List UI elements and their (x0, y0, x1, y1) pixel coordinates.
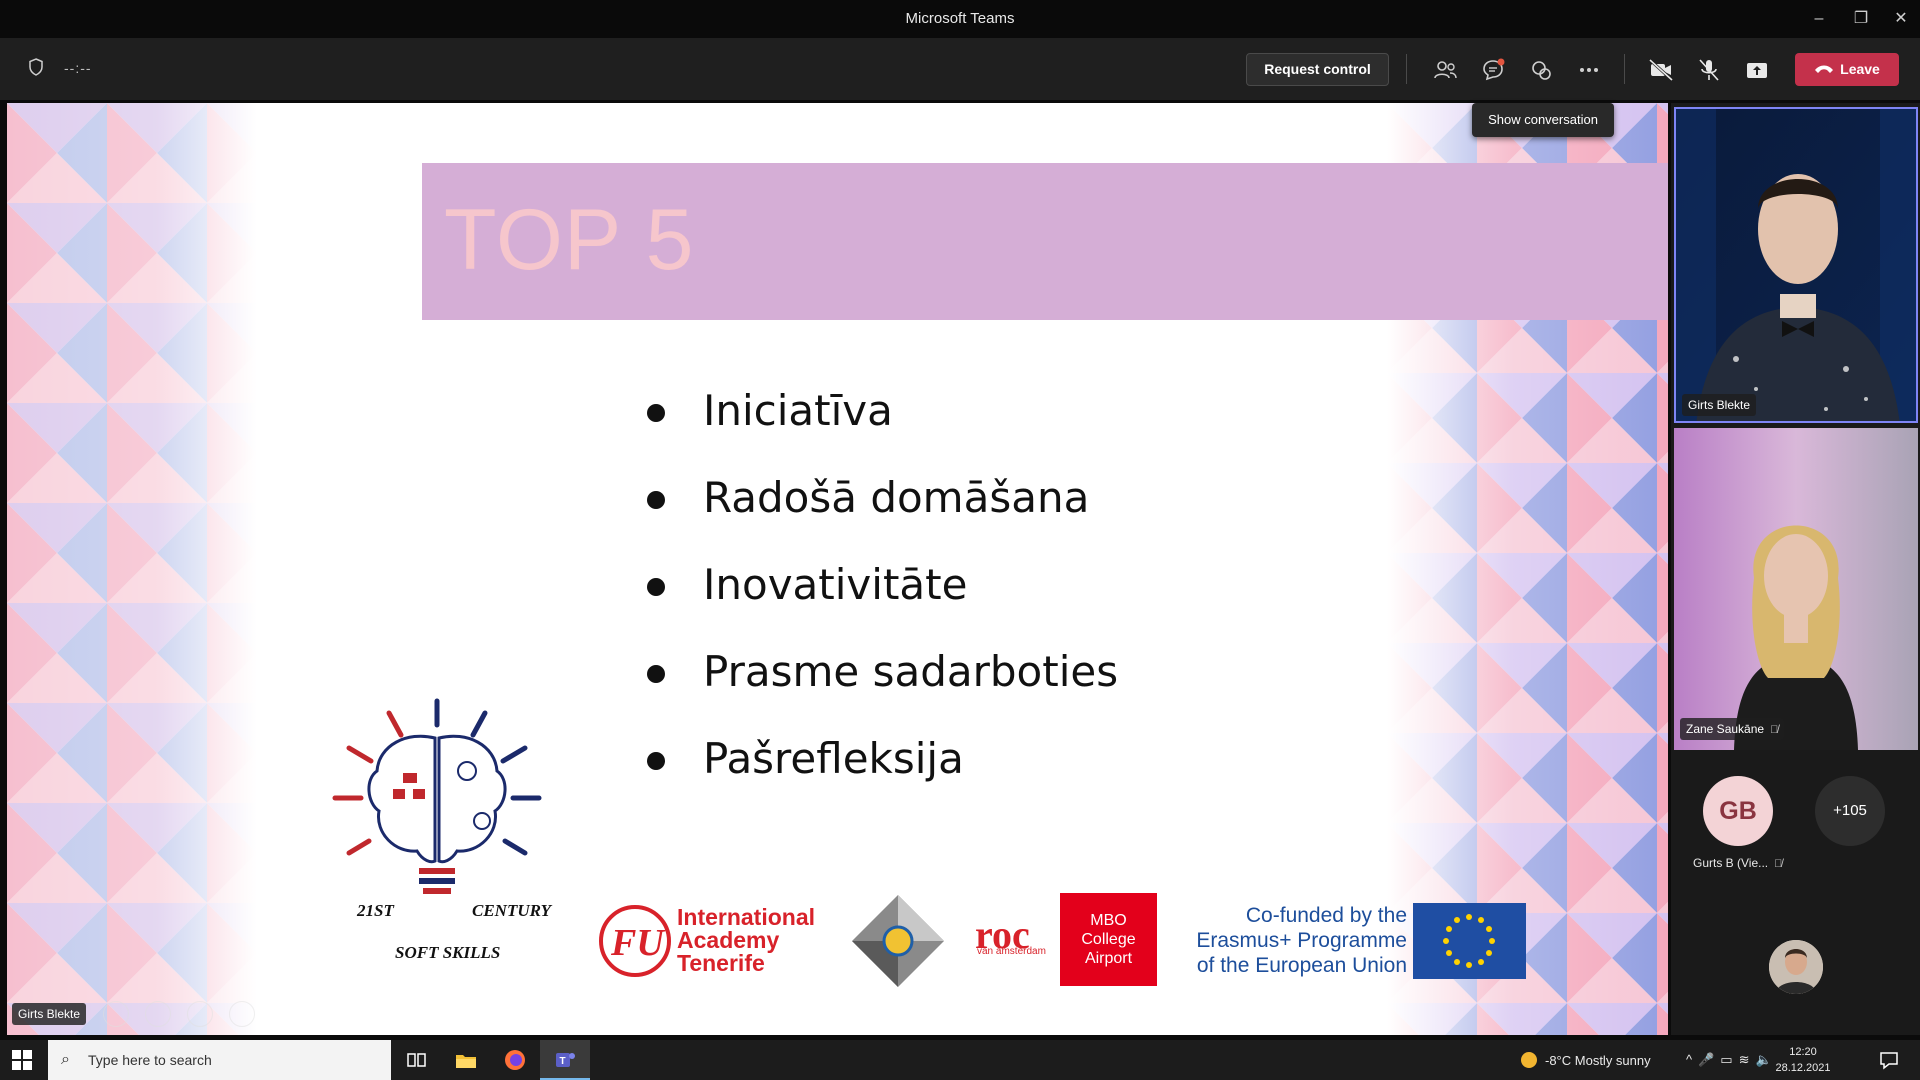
search-icon: ⌕ (61, 1051, 70, 1068)
request-control-button[interactable]: Request control (1246, 53, 1389, 86)
participant-video-feed (1674, 428, 1918, 750)
mbo-college-logo: MBO College Airport (1060, 893, 1157, 986)
window-title: Microsoft Teams (905, 10, 1015, 27)
meeting-toolbar: --:-- Request control Leave (0, 38, 1920, 100)
participant-name-label: Girts Blekte (1682, 394, 1757, 416)
camera-off-icon[interactable] (1646, 55, 1676, 85)
avatar-gb[interactable]: GB (1703, 776, 1773, 846)
slide-bullet-list: Iniciatīva Radošā domāšana Inovativitāte… (637, 383, 1118, 818)
mic-off-icon: 🎙̸ (1770, 724, 1779, 736)
stage-control-icon[interactable] (103, 1001, 129, 1027)
diamond-logo (852, 895, 944, 987)
more-participants-button[interactable]: +105 (1815, 776, 1885, 846)
slide-title: TOP 5 (444, 192, 695, 288)
slide-pattern-left (7, 103, 257, 1035)
erasmus-cofunded-text: Co-funded by the Erasmus+ Programme of t… (1175, 903, 1407, 978)
battery-icon[interactable]: ▭ (1720, 1052, 1738, 1067)
stage-control-icon[interactable] (187, 1001, 213, 1027)
mbo-line: College (1081, 931, 1136, 948)
mic-off-icon[interactable] (1694, 55, 1724, 85)
participant-video-girts[interactable]: Girts Blekte (1674, 107, 1918, 423)
minimize-button[interactable]: – (1806, 6, 1832, 32)
bullet-item: Pašrefleksija (637, 731, 1118, 818)
cofund-line: of the European Union (1196, 954, 1407, 977)
search-placeholder: Type here to search (88, 1052, 212, 1068)
mic-off-icon: 🎙̸ (1774, 858, 1783, 870)
reactions-icon[interactable] (1526, 55, 1556, 85)
weather-text: -8°C Mostly sunny (1545, 1053, 1651, 1068)
meeting-timer: --:-- (64, 60, 92, 76)
file-explorer-icon[interactable] (454, 1048, 478, 1072)
stage-control-icon[interactable] (229, 1001, 255, 1027)
system-tray: ^🎤▭≋🔈 (1686, 1052, 1778, 1068)
taskbar-search-box[interactable]: ⌕ Type here to search (48, 1040, 391, 1080)
task-view-icon[interactable] (404, 1048, 428, 1072)
slide-title-band: TOP 5 (422, 163, 1668, 320)
teams-taskbar-button[interactable]: T (540, 1040, 590, 1080)
shield-icon (28, 58, 44, 81)
stage-control-icon[interactable] (145, 1001, 171, 1027)
soft-skills-text: SOFT SKILLS (395, 943, 501, 962)
participant-name-gb: Gurts B (Vie... 🎙̸ (1693, 856, 1782, 870)
shared-screen-stage: TOP 5 Iniciatīva Radošā domāšana Inovati… (7, 103, 1668, 1035)
chat-icon[interactable] (1478, 55, 1508, 85)
toolbar-divider (1406, 54, 1407, 84)
clock-time: 12:20 (1789, 1046, 1817, 1058)
self-avatar-image (1769, 940, 1823, 994)
teams-icon: T (556, 1053, 575, 1067)
mbo-line: MBO (1090, 912, 1127, 929)
participant-video-zane[interactable]: Zane Saukāne 🎙̸ (1674, 428, 1918, 750)
cofund-line: Erasmus+ Programme (1196, 929, 1407, 952)
toolbar-divider (1624, 54, 1625, 84)
windows-taskbar: ⌕ Type here to search T -8°C Mostly sunn… (0, 1040, 1920, 1080)
bullet-item: Prasme sadarboties (637, 644, 1118, 731)
weather-widget[interactable]: -8°C Mostly sunny (1521, 1052, 1651, 1068)
bullet-item: Inovativitāte (637, 557, 1118, 644)
participants-panel: Girts Blekte Zane Saukāne 🎙̸ GB Gurts B (… (1671, 103, 1920, 1035)
svg-text:T: T (560, 1056, 566, 1067)
notification-center-icon[interactable] (1878, 1049, 1900, 1071)
clock-date: 28.12.2021 (1775, 1062, 1831, 1074)
close-button[interactable]: ✕ (1888, 6, 1914, 32)
restore-button[interactable]: ❐ (1848, 6, 1874, 32)
windows-start-icon[interactable] (12, 1050, 32, 1070)
stage-controls (103, 1001, 271, 1032)
participant-video-feed (1676, 109, 1916, 421)
more-icon[interactable] (1574, 55, 1604, 85)
participant-name-label: Zane Saukāne 🎙̸ (1680, 718, 1785, 740)
tray-chevron-icon[interactable]: ^ (1686, 1052, 1698, 1067)
taskbar-clock[interactable]: 12:20 28.12.2021 (1768, 1044, 1838, 1076)
self-video-thumbnail[interactable] (1769, 940, 1823, 994)
wifi-icon[interactable]: ≋ (1739, 1052, 1756, 1067)
academy-line: Academy (677, 927, 780, 953)
roc-logo-subtext: van amsterdam (977, 946, 1046, 957)
bullet-item: Iniciatīva (637, 383, 1118, 470)
leave-button[interactable]: Leave (1795, 53, 1899, 86)
participant-name: Zane Saukāne (1686, 722, 1765, 736)
academy-text: International Academy Tenerife (677, 906, 815, 975)
cofund-line: Co-funded by the (1245, 904, 1407, 927)
soft-skills-logo (332, 698, 542, 894)
share-icon[interactable] (1742, 55, 1772, 85)
participant-name: Gurts B (Vie... (1693, 856, 1769, 870)
leave-label: Leave (1840, 61, 1880, 77)
academy-line: Tenerife (677, 950, 765, 976)
weather-icon (1521, 1052, 1537, 1068)
soft-skills-text: 21ST (357, 901, 394, 920)
window-titlebar: Microsoft Teams – ❐ ✕ (0, 0, 1920, 38)
eu-flag-icon (1413, 903, 1526, 979)
mbo-line: Airport (1084, 950, 1133, 967)
soft-skills-text: CENTURY (472, 901, 552, 920)
svg-text:FU: FU (610, 922, 666, 964)
international-academy-logo: FU (599, 905, 671, 977)
microphone-icon[interactable]: 🎤 (1698, 1052, 1720, 1067)
bullet-item: Radošā domāšana (637, 470, 1118, 557)
people-icon[interactable] (1430, 55, 1460, 85)
academy-line: International (677, 904, 816, 930)
firefox-icon[interactable] (503, 1048, 527, 1072)
presenter-name-tag: Girts Blekte (12, 1003, 87, 1025)
show-conversation-tooltip: Show conversation (1472, 103, 1614, 137)
phone-hangup-icon (1814, 53, 1834, 86)
